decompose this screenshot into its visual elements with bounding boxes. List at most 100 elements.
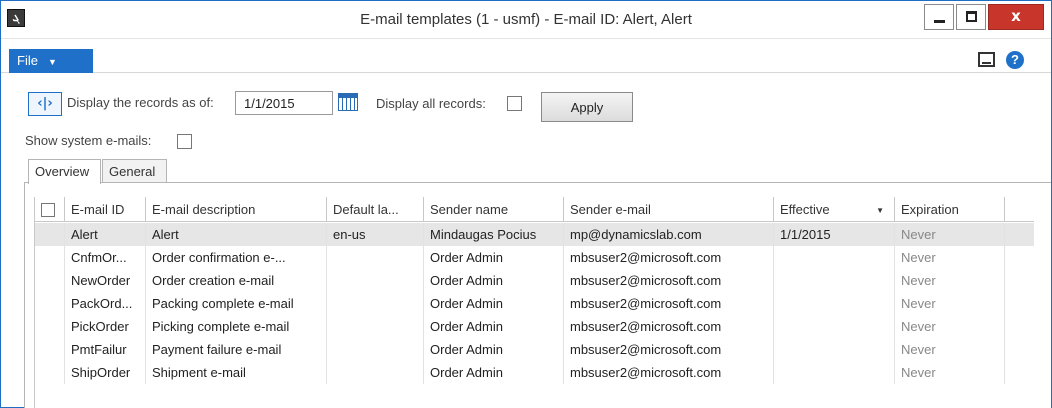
expiration-cell[interactable]: Never: [895, 315, 1005, 338]
layout-icon[interactable]: [978, 52, 995, 67]
column-header-sender-name[interactable]: Sender name: [424, 197, 564, 221]
email-templates-grid: E-mail ID E-mail description Default la.…: [34, 197, 1034, 408]
email-id-cell[interactable]: PickOrder: [65, 315, 146, 338]
expiration-cell[interactable]: Never: [895, 269, 1005, 292]
default-language-cell[interactable]: [327, 269, 424, 292]
sender-name-cell[interactable]: Order Admin: [424, 269, 564, 292]
default-language-cell[interactable]: [327, 315, 424, 338]
default-language-cell[interactable]: en-us: [327, 223, 424, 246]
show-system-emails-label: Show system e-mails:: [25, 133, 152, 148]
close-button[interactable]: x: [988, 4, 1044, 30]
maximize-icon: [966, 11, 977, 22]
email-id-cell[interactable]: NewOrder: [65, 269, 146, 292]
column-header-sender-email[interactable]: Sender e-mail: [564, 197, 774, 221]
sender-email-cell[interactable]: mbsuser2@microsoft.com: [564, 361, 774, 384]
title-bar: ܓ E-mail templates (1 - usmf) - E-mail I…: [1, 1, 1051, 39]
display-all-records-checkbox[interactable]: [507, 96, 522, 111]
table-row[interactable]: Alert Alert en-us Mindaugas Pocius mp@dynami…: [35, 223, 1034, 246]
sender-name-cell[interactable]: Order Admin: [424, 338, 564, 361]
row-marker-cell[interactable]: [35, 315, 65, 338]
ribbon-bar: File ▼ ?: [1, 39, 1051, 73]
email-description-cell[interactable]: Order creation e-mail: [146, 269, 327, 292]
effective-cell[interactable]: [774, 292, 895, 315]
column-header-effective[interactable]: Effective ▼: [774, 197, 895, 221]
row-marker-cell[interactable]: [35, 223, 65, 246]
expiration-cell[interactable]: Never: [895, 361, 1005, 384]
row-marker-cell[interactable]: [35, 338, 65, 361]
display-all-records-label: Display all records:: [376, 96, 486, 111]
display-as-of-date-input[interactable]: [235, 91, 333, 115]
sender-email-cell[interactable]: mbsuser2@microsoft.com: [564, 292, 774, 315]
table-row[interactable]: PackOrd... Packing complete e-mail Order A…: [35, 292, 1034, 315]
expiration-cell[interactable]: Never: [895, 223, 1005, 246]
select-all-checkbox[interactable]: [41, 203, 55, 217]
email-description-cell[interactable]: Order confirmation e-...: [146, 246, 327, 269]
row-marker-cell[interactable]: [35, 269, 65, 292]
sender-name-cell[interactable]: Order Admin: [424, 246, 564, 269]
default-language-cell[interactable]: [327, 292, 424, 315]
expiration-cell[interactable]: Never: [895, 338, 1005, 361]
sender-email-cell[interactable]: mbsuser2@microsoft.com: [564, 315, 774, 338]
row-marker-cell[interactable]: [35, 292, 65, 315]
window-title: E-mail templates (1 - usmf) - E-mail ID:…: [360, 11, 692, 28]
minimize-button[interactable]: [924, 4, 954, 30]
column-header-expiration[interactable]: Expiration: [895, 197, 1005, 221]
expiration-cell[interactable]: Never: [895, 246, 1005, 269]
show-system-emails-checkbox[interactable]: [177, 134, 192, 149]
table-row[interactable]: PickOrder Picking complete e-mail Order Ad…: [35, 315, 1034, 338]
file-menu-button[interactable]: File ▼: [9, 49, 93, 73]
row-filler-cell: [1005, 315, 1034, 338]
default-language-cell[interactable]: [327, 361, 424, 384]
sender-name-cell[interactable]: Order Admin: [424, 292, 564, 315]
select-all-cell: [35, 197, 65, 221]
calendar-icon[interactable]: [338, 93, 358, 111]
sender-email-cell[interactable]: mbsuser2@microsoft.com: [564, 269, 774, 292]
email-description-cell[interactable]: Alert: [146, 223, 327, 246]
file-menu-label: File: [17, 53, 38, 68]
grid-header-row: E-mail ID E-mail description Default la.…: [35, 197, 1034, 222]
show-navigation-button[interactable]: ‹|›: [28, 92, 62, 116]
effective-cell[interactable]: [774, 361, 895, 384]
tab-general[interactable]: General: [102, 159, 167, 183]
email-description-cell[interactable]: Packing complete e-mail: [146, 292, 327, 315]
effective-cell[interactable]: [774, 338, 895, 361]
email-id-cell[interactable]: PackOrd...: [65, 292, 146, 315]
table-row[interactable]: ShipOrder Shipment e-mail Order Admin mbsus…: [35, 361, 1034, 384]
sender-name-cell[interactable]: Order Admin: [424, 315, 564, 338]
row-filler-cell: [1005, 269, 1034, 292]
effective-cell[interactable]: [774, 269, 895, 292]
email-id-cell[interactable]: Alert: [65, 223, 146, 246]
default-language-cell[interactable]: [327, 246, 424, 269]
column-header-email-id[interactable]: E-mail ID: [65, 197, 146, 221]
sender-name-cell[interactable]: Order Admin: [424, 361, 564, 384]
table-row[interactable]: PmtFailur Payment failure e-mail Order Adm…: [35, 338, 1034, 361]
email-description-cell[interactable]: Picking complete e-mail: [146, 315, 327, 338]
email-description-cell[interactable]: Payment failure e-mail: [146, 338, 327, 361]
sort-descending-icon: ▼: [876, 206, 884, 215]
effective-cell[interactable]: [774, 246, 895, 269]
sender-email-cell[interactable]: mbsuser2@microsoft.com: [564, 338, 774, 361]
row-marker-cell[interactable]: [35, 246, 65, 269]
table-row[interactable]: NewOrder Order creation e-mail Order Admin…: [35, 269, 1034, 292]
table-row[interactable]: CnfmOr... Order confirmation e-... Order A…: [35, 246, 1034, 269]
email-id-cell[interactable]: PmtFailur: [65, 338, 146, 361]
tab-overview[interactable]: Overview: [28, 159, 101, 184]
sender-name-cell[interactable]: Mindaugas Pocius: [424, 223, 564, 246]
column-header-email-description[interactable]: E-mail description: [146, 197, 327, 221]
default-language-cell[interactable]: [327, 338, 424, 361]
close-icon: x: [1011, 7, 1021, 25]
help-icon[interactable]: ?: [1006, 51, 1024, 69]
email-description-cell[interactable]: Shipment e-mail: [146, 361, 327, 384]
email-id-cell[interactable]: ShipOrder: [65, 361, 146, 384]
sender-email-cell[interactable]: mp@dynamicslab.com: [564, 223, 774, 246]
effective-cell[interactable]: 1/1/2015: [774, 223, 895, 246]
row-marker-cell[interactable]: [35, 361, 65, 384]
expiration-cell[interactable]: Never: [895, 292, 1005, 315]
email-id-cell[interactable]: CnfmOr...: [65, 246, 146, 269]
maximize-button[interactable]: [956, 4, 986, 30]
sender-email-cell[interactable]: mbsuser2@microsoft.com: [564, 246, 774, 269]
row-filler-cell: [1005, 223, 1034, 246]
column-header-default-language[interactable]: Default la...: [327, 197, 424, 221]
effective-cell[interactable]: [774, 315, 895, 338]
apply-button[interactable]: Apply: [541, 92, 633, 122]
